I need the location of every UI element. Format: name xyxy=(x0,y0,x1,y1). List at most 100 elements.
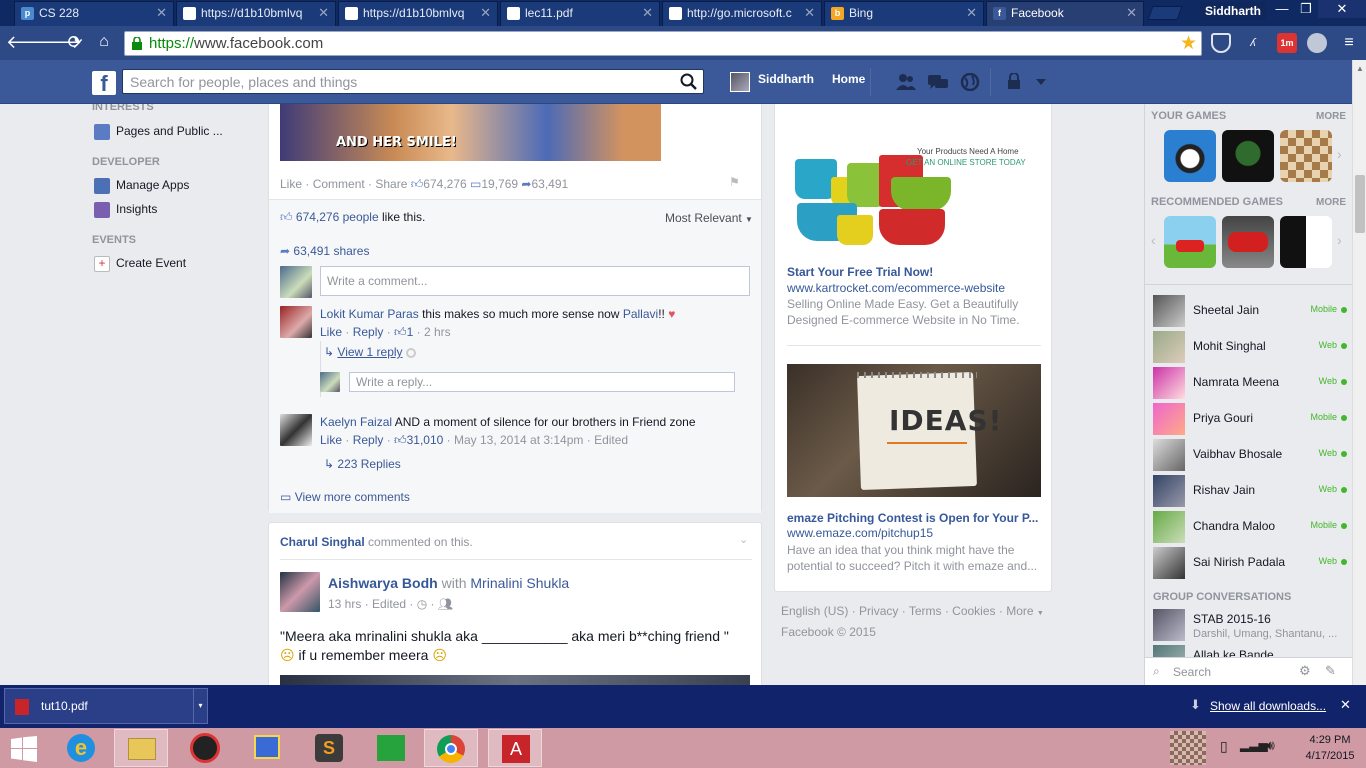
pocket-extension-icon[interactable] xyxy=(1307,33,1327,53)
chat-friend[interactable]: Mohit Singhal Web xyxy=(1153,330,1349,364)
windows-store-icon[interactable] xyxy=(364,729,418,767)
chat-friend[interactable]: Chandra Maloo Mobile xyxy=(1153,510,1349,544)
close-tab-icon[interactable]: ✕ xyxy=(1126,2,1137,24)
avatar[interactable] xyxy=(280,414,312,446)
privacy-link[interactable]: Privacy xyxy=(859,604,898,618)
post-author-link[interactable]: Aishwarya Bodh xyxy=(328,575,438,591)
forward-icon[interactable]: 🡒 xyxy=(34,32,82,52)
terms-link[interactable]: Terms xyxy=(909,604,942,618)
recommended-more-link[interactable]: MORE xyxy=(1316,197,1346,208)
8-ball-pool-game-icon[interactable] xyxy=(1164,130,1216,182)
comment-input[interactable]: Write a comment... xyxy=(320,266,750,296)
tab-lec11[interactable]: lec11.pdf ✕ xyxy=(500,1,660,26)
chess-knight-game-icon[interactable] xyxy=(1280,216,1332,268)
flag-icon[interactable]: ⚑ xyxy=(729,175,740,189)
chevron-right-icon[interactable]: › xyxy=(1337,146,1342,162)
chrome-icon[interactable] xyxy=(424,729,478,767)
close-tab-icon[interactable]: ✕ xyxy=(966,2,977,24)
games-more-link[interactable]: MORE xyxy=(1316,111,1346,122)
close-tab-icon[interactable]: ✕ xyxy=(318,2,329,24)
close-tab-icon[interactable]: ✕ xyxy=(480,2,491,24)
scrollbar-thumb[interactable] xyxy=(1355,175,1365,233)
home-link[interactable]: Home xyxy=(832,72,865,86)
minimize-icon[interactable]: — xyxy=(1270,0,1294,18)
clock[interactable]: 4:29 PM 4/17/2015 xyxy=(1300,732,1360,764)
shares-summary[interactable]: ➦ 63,491 shares xyxy=(280,244,369,258)
avatar[interactable] xyxy=(320,372,340,392)
battery-icon[interactable]: ▯ xyxy=(1220,738,1228,755)
start-button[interactable] xyxy=(0,729,48,767)
chat-friend[interactable]: Priya Gouri Mobile xyxy=(1153,402,1349,436)
messages-icon[interactable] xyxy=(928,73,948,91)
ad-url-link[interactable]: www.kartrocket.com/ecommerce-website xyxy=(787,281,1005,295)
comments-count[interactable]: 19,769 xyxy=(481,177,518,191)
likes-summary-link[interactable]: 674,276 people xyxy=(296,210,379,224)
compose-icon[interactable]: ✎ xyxy=(1325,663,1336,679)
close-downloads-icon[interactable]: ✕ xyxy=(1340,697,1351,713)
chess-pawn-game-icon[interactable] xyxy=(1222,130,1274,182)
chat-friend[interactable]: Rishav Jain Web xyxy=(1153,474,1349,508)
friends-audience-icon[interactable]: 👥︎ xyxy=(438,597,453,611)
view-replies-link[interactable]: ↳ 223 Replies xyxy=(324,457,401,471)
ad-url-link[interactable]: www.emaze.com/pitchup15 xyxy=(787,526,933,540)
signature-extension-icon[interactable]: ʎ xyxy=(1243,33,1263,53)
signal-icon[interactable]: ▂▃▅ xyxy=(1240,738,1268,752)
chat-friend[interactable]: Vaibhav Bhosale Web xyxy=(1153,438,1349,472)
ad-image-ideas[interactable]: IDEAS! xyxy=(787,364,1041,497)
adobe-reader-icon[interactable]: A xyxy=(488,729,542,767)
post-image[interactable]: AND HER SMILE! xyxy=(280,104,661,161)
download-item[interactable]: tut10.pdf ▾ xyxy=(4,688,208,724)
chat-search-input[interactable]: Search xyxy=(1173,665,1211,679)
ad-image-store[interactable]: Your Products Need A Home GET AN ONLINE … xyxy=(787,119,1041,249)
create-event-link[interactable]: + Create Event xyxy=(92,256,186,272)
chevron-right-icon[interactable]: › xyxy=(1337,232,1342,248)
chat-friend[interactable]: Sheetal Jain Mobile xyxy=(1153,294,1349,328)
manage-apps-link[interactable]: Manage Apps xyxy=(92,178,189,194)
media-app-icon[interactable] xyxy=(178,729,232,767)
search-icon[interactable] xyxy=(680,73,697,90)
new-tab-button[interactable] xyxy=(1147,6,1183,20)
comment-author[interactable]: Lokit Kumar Paras xyxy=(320,307,419,321)
show-all-downloads-link[interactable]: Show all downloads... xyxy=(1210,699,1326,713)
tab-d1b10-1[interactable]: https://d1b10bmlvq ✕ xyxy=(176,1,336,26)
most-relevant-dropdown[interactable]: Most Relevant ▼ xyxy=(665,211,753,225)
avatar[interactable] xyxy=(280,572,320,612)
cookies-link[interactable]: Cookies xyxy=(952,604,995,618)
shield-extension-icon[interactable] xyxy=(1211,33,1231,53)
comment-link[interactable]: Comment xyxy=(313,177,365,191)
ad-title-link[interactable]: Start Your Free Trial Now! xyxy=(787,265,933,279)
commenter-link[interactable]: Charul Singhal xyxy=(280,535,365,549)
racing-game-icon[interactable] xyxy=(1222,216,1274,268)
close-tab-icon[interactable]: ✕ xyxy=(804,2,815,24)
share-link[interactable]: Share xyxy=(375,177,407,191)
chevron-down-icon[interactable]: ⌄ xyxy=(739,533,748,546)
file-explorer-icon[interactable] xyxy=(114,729,168,767)
reply-input[interactable]: Write a reply... xyxy=(349,372,735,392)
chat-group[interactable]: STAB 2015-16 Darshil, Umang, Shantanu, .… xyxy=(1153,608,1349,644)
language-link[interactable]: English (US) xyxy=(781,604,848,618)
chess-game-icon[interactable] xyxy=(1280,130,1332,182)
network-app-icon[interactable] xyxy=(240,729,294,767)
facebook-logo-icon[interactable]: f xyxy=(92,71,116,96)
back-icon[interactable]: 🡐 xyxy=(6,32,54,52)
close-tab-icon[interactable]: ✕ xyxy=(156,2,167,24)
download-options-chevron-icon[interactable]: ▾ xyxy=(193,689,207,723)
page-scrollbar[interactable]: ▲ xyxy=(1352,60,1366,685)
avatar[interactable] xyxy=(280,266,312,298)
ad-title-link[interactable]: emaze Pitching Contest is Open for Your … xyxy=(787,511,1038,525)
likes-count[interactable]: 674,276 xyxy=(423,177,466,191)
tab-facebook[interactable]: f Facebook ✕ xyxy=(986,1,1144,27)
post-image[interactable] xyxy=(280,675,750,685)
profile-avatar[interactable] xyxy=(730,72,750,92)
hill-climb-game-icon[interactable] xyxy=(1164,216,1216,268)
comment-like-link[interactable]: Like xyxy=(320,433,342,447)
shares-count[interactable]: 63,491 xyxy=(531,177,568,191)
fb-search-input[interactable] xyxy=(130,71,670,93)
profile-name[interactable]: Siddharth xyxy=(1200,2,1266,20)
volume-icon[interactable]: 🔊︎ xyxy=(1266,737,1275,754)
footer-more-link[interactable]: More ▼ xyxy=(1006,604,1044,618)
address-bar[interactable]: https://www.facebook.com ★ xyxy=(124,31,1202,56)
x1m-extension-icon[interactable]: 1m xyxy=(1277,33,1297,53)
view-reply-link[interactable]: ↳ View 1 reply xyxy=(324,345,416,359)
sublime-text-icon[interactable]: S xyxy=(302,729,356,767)
